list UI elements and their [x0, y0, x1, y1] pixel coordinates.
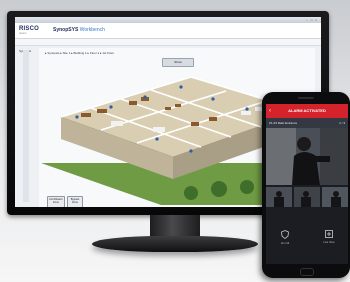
camera-video-feed[interactable]	[266, 128, 348, 185]
camera-icon	[325, 230, 333, 238]
product-scene: SynopSYS Web Builder – □ × RISCO GROUP S…	[0, 0, 350, 282]
arm-disarm-line2: Zone	[53, 201, 59, 205]
app-header: RISCO GROUP SynopSYS Workbench	[15, 23, 321, 39]
home-button[interactable]	[300, 268, 314, 276]
app-name-bold: SynopSYS	[53, 27, 79, 33]
phone-speaker	[298, 97, 314, 99]
logo-subtitle: GROUP	[19, 33, 27, 35]
alarm-header: ‹ ALARM ACTIVATED	[266, 104, 348, 118]
breadcrumb[interactable]: ▸ Synopsis ▸ Site 1 ▸ Building 1 ▸ Floor…	[45, 51, 114, 55]
bypass-line2: Zone	[72, 201, 78, 205]
camera-thumbnail[interactable]	[266, 187, 292, 207]
risco-logo: RISCO	[19, 26, 40, 32]
alarm-title: ALARM ACTIVATED	[288, 108, 326, 113]
zone-bar: Z1-Z3 Main Entrance 1 / 3	[266, 118, 348, 128]
shield-icon	[281, 230, 289, 239]
phone-action-bar: Arm All Live View	[266, 222, 348, 264]
arm-disarm-button[interactable]: Arm/Disarm Zone	[47, 196, 65, 207]
left-rail	[23, 50, 29, 202]
phone-screen: ‹ ALARM ACTIVATED Z1-Z3 Main Entrance 1 …	[266, 104, 348, 264]
app-name: SynopSYS Workbench	[53, 27, 105, 33]
smartphone: ‹ ALARM ACTIVATED Z1-Z3 Main Entrance 1 …	[262, 92, 350, 278]
window-controls[interactable]: – □ ×	[306, 18, 318, 22]
camera-thumbnail[interactable]	[322, 187, 348, 207]
menu-bar: Synopsis Tools Help	[15, 39, 321, 53]
app-name-light: Workbench	[79, 27, 105, 33]
monitor-base	[92, 236, 258, 252]
arm-all-label: Arm All	[280, 242, 290, 245]
show-button[interactable]: Show	[162, 58, 194, 67]
arm-all-button[interactable]: Arm All	[272, 230, 298, 245]
camera-thumbnails	[266, 187, 348, 207]
bypass-zone-button[interactable]: Bypass Zone	[67, 196, 83, 207]
camera-counter: 1 / 3	[339, 121, 345, 125]
live-view-button[interactable]: Live View	[316, 230, 342, 244]
live-view-label: Live View	[323, 241, 335, 244]
camera-thumbnail[interactable]	[294, 187, 320, 207]
zone-label: Z1-Z3 Main Entrance	[269, 121, 298, 125]
